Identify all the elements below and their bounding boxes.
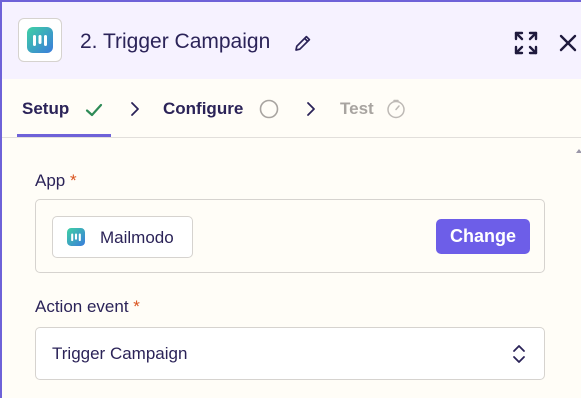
app-logo-tile xyxy=(18,18,62,62)
close-icon[interactable] xyxy=(559,34,577,52)
scroll-up-icon[interactable] xyxy=(576,148,581,154)
selected-app-chip: Mailmodo xyxy=(52,216,193,258)
step-header: 2. Trigger Campaign xyxy=(2,2,581,79)
required-mark: * xyxy=(133,297,140,316)
chevron-right-icon xyxy=(131,102,139,116)
change-app-button[interactable]: Change xyxy=(436,219,530,254)
expand-icon[interactable] xyxy=(514,31,538,55)
tab-setup[interactable]: Setup xyxy=(22,99,69,119)
app-field-label: App * xyxy=(35,171,77,191)
pencil-icon[interactable] xyxy=(293,33,313,53)
action-event-label: Action event * xyxy=(35,297,140,317)
timer-icon xyxy=(387,99,405,119)
chevron-right-icon xyxy=(307,102,315,116)
step-panel: 2. Trigger Campaign Setup Configure Test… xyxy=(0,0,581,398)
circle-icon xyxy=(259,99,279,119)
step-title: 2. Trigger Campaign xyxy=(80,30,271,53)
mailmodo-logo-icon xyxy=(27,27,53,53)
tab-configure[interactable]: Configure xyxy=(163,99,243,119)
tabs-divider xyxy=(2,137,581,138)
check-icon xyxy=(85,103,103,117)
action-event-label-text: Action event xyxy=(35,297,129,316)
action-event-value: Trigger Campaign xyxy=(52,344,188,363)
required-mark: * xyxy=(69,171,77,190)
tab-test[interactable]: Test xyxy=(340,99,374,119)
selected-app-name: Mailmodo xyxy=(100,228,174,247)
action-event-select[interactable]: Trigger Campaign xyxy=(35,327,545,380)
mailmodo-logo-icon xyxy=(67,228,85,246)
chevron-up-down-icon xyxy=(513,345,525,363)
app-selection-card: Mailmodo Change xyxy=(35,199,545,273)
app-label-text: App xyxy=(35,171,66,190)
